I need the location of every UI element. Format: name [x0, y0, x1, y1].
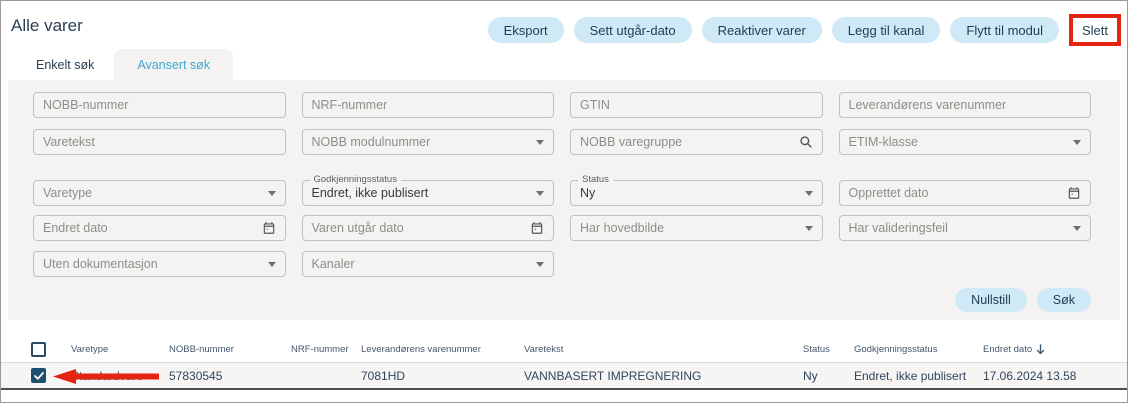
reactivate-items-button[interactable]: Reaktiver varer — [702, 17, 822, 43]
placeholder: Varetekst — [43, 135, 95, 149]
delete-button[interactable]: Slett — [1073, 18, 1117, 42]
tab-simple-search[interactable]: Enkelt søk — [16, 49, 114, 80]
chevron-down-icon — [268, 191, 276, 196]
chevron-down-icon — [536, 140, 544, 145]
placeholder: Leverandørens varenummer — [849, 98, 1007, 112]
chevron-down-icon — [536, 191, 544, 196]
approval-status-select[interactable]: Godkjenningsstatus Endret, ikke publiser… — [302, 180, 555, 206]
search-button[interactable]: Søk — [1037, 288, 1091, 312]
without-documentation-select[interactable]: Uten dokumentasjon — [33, 251, 286, 277]
column-header-varetekst[interactable]: Varetekst — [524, 344, 803, 355]
item-expiry-date-input[interactable]: Varen utgår dato — [302, 215, 555, 241]
nobb-number-input[interactable]: NOBB-nummer — [33, 92, 286, 118]
table-header-row: Varetype NOBB-nummer NRF-nummer Leverand… — [1, 337, 1127, 363]
placeholder: GTIN — [580, 98, 610, 112]
cell-status: Ny — [803, 369, 854, 383]
cell-endret-dato: 17.06.2024 13.58 — [983, 369, 1127, 383]
export-button[interactable]: Eksport — [488, 17, 564, 43]
placeholder: Varetype — [43, 186, 92, 200]
select-all-checkbox[interactable] — [31, 342, 46, 357]
cell-varetype: Standardvare — [71, 369, 169, 383]
cell-nobb-nummer: 57830545 — [169, 369, 291, 383]
supplier-item-number-input[interactable]: Leverandørens varenummer — [839, 92, 1092, 118]
placeholder: Uten dokumentasjon — [43, 257, 158, 271]
cell-leverandorens-varenummer: 7081HD — [361, 369, 524, 383]
selected-value: Ny — [580, 186, 595, 200]
item-text-input[interactable]: Varetekst — [33, 129, 286, 155]
nrf-number-input[interactable]: NRF-nummer — [302, 92, 555, 118]
cell-godkjenningsstatus: Endret, ikke publisert — [854, 369, 983, 383]
page-title: Alle varer — [11, 16, 83, 36]
chevron-down-icon — [1073, 226, 1081, 231]
column-header-nobb-nummer[interactable]: NOBB-nummer — [169, 344, 291, 355]
gtin-input[interactable]: GTIN — [570, 92, 823, 118]
placeholder: NRF-nummer — [312, 98, 388, 112]
placeholder: ETIM-klasse — [849, 135, 918, 149]
column-header-godkjenningsstatus[interactable]: Godkjenningsstatus — [854, 344, 983, 355]
chevron-down-icon — [805, 226, 813, 231]
chevron-down-icon — [268, 262, 276, 267]
column-header-nrf-nummer[interactable]: NRF-nummer — [291, 344, 361, 355]
chevron-down-icon — [536, 262, 544, 267]
table-row[interactable]: Standardvare 57830545 7081HD VANNBASERT … — [1, 363, 1127, 390]
add-to-channel-button[interactable]: Legg til kanal — [832, 17, 941, 43]
checkmark-icon — [34, 372, 44, 380]
top-bar: Alle varer Eksport Sett utgår-dato Reakt… — [1, 1, 1127, 49]
has-validation-errors-select[interactable]: Har valideringsfeil — [839, 215, 1092, 241]
selected-value: Endret, ikke publisert — [312, 186, 429, 200]
nobb-product-group-input[interactable]: NOBB varegruppe — [570, 129, 823, 155]
channels-select[interactable]: Kanaler — [302, 251, 555, 277]
app-window: { "page": { "title": "Alle varer" }, "to… — [0, 0, 1128, 403]
sort-descending-icon — [1036, 344, 1045, 355]
toolbar-actions: Eksport Sett utgår-dato Reaktiver varer … — [488, 14, 1121, 46]
calendar-icon — [262, 221, 276, 235]
nobb-module-number-select[interactable]: NOBB modulnummer — [302, 129, 555, 155]
calendar-icon — [530, 221, 544, 235]
reset-button[interactable]: Nullstill — [955, 288, 1027, 312]
set-expiry-date-button[interactable]: Sett utgår-dato — [574, 17, 692, 43]
row-checkbox[interactable] — [31, 368, 46, 383]
calendar-icon — [1067, 186, 1081, 200]
has-main-image-select[interactable]: Har hovedbilde — [570, 215, 823, 241]
chevron-down-icon — [805, 191, 813, 196]
status-select[interactable]: Status Ny — [570, 180, 823, 206]
placeholder: NOBB modulnummer — [312, 135, 431, 149]
column-header-leverandorens-varenummer[interactable]: Leverandørens varenummer — [361, 344, 524, 355]
placeholder: NOBB-nummer — [43, 98, 128, 112]
placeholder: Varen utgår dato — [312, 221, 404, 235]
cell-varetekst: VANNBASERT IMPREGNERING — [524, 369, 803, 383]
item-type-select[interactable]: Varetype — [33, 180, 286, 206]
etim-class-select[interactable]: ETIM-klasse — [839, 129, 1092, 155]
placeholder: Opprettet dato — [849, 186, 929, 200]
search-icon — [799, 135, 813, 149]
placeholder: Har hovedbilde — [580, 221, 664, 235]
placeholder: Endret dato — [43, 221, 108, 235]
placeholder: NOBB varegruppe — [580, 135, 682, 149]
field-label: Godkjenningsstatus — [310, 174, 401, 185]
chevron-down-icon — [1073, 140, 1081, 145]
advanced-search-panel: NOBB-nummer NRF-nummer GTIN Leverandøren… — [8, 80, 1120, 320]
column-header-endret-dato[interactable]: Endret dato — [983, 344, 1127, 355]
placeholder: Kanaler — [312, 257, 355, 271]
placeholder: Har valideringsfeil — [849, 221, 948, 235]
column-header-varetype[interactable]: Varetype — [71, 344, 169, 355]
field-label: Status — [578, 174, 613, 185]
tab-advanced-search[interactable]: Avansert søk — [114, 49, 233, 80]
search-tabs: Enkelt søk Avansert søk — [1, 49, 1127, 80]
created-date-input[interactable]: Opprettet dato — [839, 180, 1092, 206]
move-to-module-button[interactable]: Flytt til modul — [950, 17, 1059, 43]
delete-button-highlight-annotation: Slett — [1069, 14, 1121, 46]
column-header-status[interactable]: Status — [803, 344, 854, 355]
search-panel-actions: Nullstill Søk — [33, 288, 1091, 312]
changed-date-input[interactable]: Endret dato — [33, 215, 286, 241]
